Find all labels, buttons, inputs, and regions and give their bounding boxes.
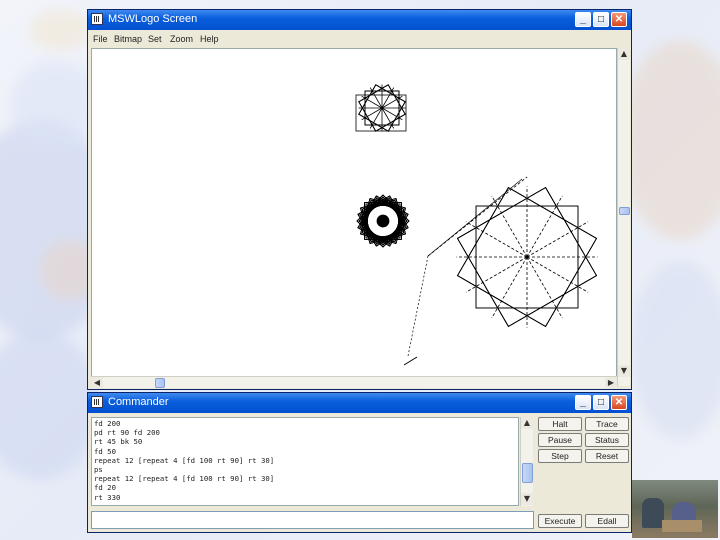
close-button[interactable]: ✕	[611, 395, 627, 410]
arrow-up-icon[interactable]: ▲	[521, 417, 533, 429]
halt-button[interactable]: Halt	[538, 417, 582, 431]
commander-window: Commander _ □ ✕ fd 200 pd rt 90 fd 200 r…	[87, 392, 632, 533]
history-line: rt 330	[94, 492, 121, 502]
small-rosette	[358, 84, 406, 132]
background-decoration	[620, 40, 720, 240]
execute-button[interactable]: Execute	[538, 514, 582, 528]
history-line: ps	[94, 465, 103, 475]
photo-table	[662, 520, 702, 532]
screen-window-title: MSWLogo Screen	[108, 13, 198, 25]
background-decoration	[30, 10, 90, 50]
step-button[interactable]: Step	[538, 449, 582, 463]
minimize-button[interactable]: _	[575, 12, 591, 27]
logo-window-icon	[91, 396, 103, 408]
minimize-button[interactable]: _	[575, 395, 591, 410]
history-vertical-scrollbar[interactable]: ▲ ▼	[520, 417, 533, 506]
history-line: rt 45 bk 50	[94, 437, 143, 447]
turtle-path-line	[427, 178, 523, 257]
canvas-vertical-scrollbar[interactable]: ▲ ▼	[617, 48, 630, 386]
rosette-spoke	[526, 221, 589, 258]
history-scroll-thumb[interactable]	[522, 463, 533, 483]
canvas-horizontal-scrollbar[interactable]: ◀ ▶	[91, 376, 617, 389]
history-line: fd 200	[94, 419, 121, 428]
rosette-spoke	[465, 256, 528, 293]
turtle-tick	[403, 356, 418, 366]
thumbnail-photo	[632, 480, 718, 538]
turtle-path-line	[407, 255, 429, 357]
history-line: fd 50	[94, 446, 116, 456]
photo-figure	[642, 498, 664, 528]
vertical-scroll-thumb[interactable]	[619, 207, 630, 215]
maximize-button[interactable]: □	[593, 12, 609, 27]
large-rosette	[456, 186, 598, 328]
menu-zoom[interactable]: Zoom	[170, 34, 193, 44]
mswlogo-screen-window: MSWLogo Screen _ □ ✕ File Bitmap Set Zoo…	[87, 9, 632, 390]
maximize-button[interactable]: □	[593, 395, 609, 410]
rosette-spoke	[526, 256, 563, 319]
menu-file[interactable]: File	[93, 34, 108, 44]
status-button[interactable]: Status	[585, 433, 629, 447]
turtle-path-line	[411, 258, 426, 362]
rosette-spoke	[465, 221, 528, 258]
arrow-down-icon[interactable]: ▼	[618, 365, 630, 377]
background-decoration	[0, 330, 100, 480]
dense-rosette-center	[376, 214, 390, 228]
rosette-spoke	[526, 256, 589, 293]
edall-button[interactable]: Edall	[585, 514, 629, 528]
history-line: pd rt 90 fd 200	[94, 428, 160, 438]
pause-button[interactable]: Pause	[538, 433, 582, 447]
screen-titlebar[interactable]: MSWLogo Screen _ □ ✕	[88, 10, 631, 30]
command-history[interactable]: fd 200 pd rt 90 fd 200 rt 45 bk 50 fd 50…	[91, 417, 519, 506]
history-line: repeat 12 [repeat 4 [fd 100 rt 90] rt 30…	[94, 474, 275, 484]
menu-bitmap[interactable]: Bitmap	[114, 34, 142, 44]
logo-window-icon	[91, 13, 103, 25]
history-line: fd 20	[94, 483, 116, 493]
arrow-down-icon[interactable]: ▼	[521, 493, 533, 505]
reset-button[interactable]: Reset	[585, 449, 629, 463]
arrow-up-icon[interactable]: ▲	[618, 48, 630, 60]
rosette-spoke	[491, 256, 528, 319]
rosette-spoke	[491, 195, 528, 258]
menu-help[interactable]: Help	[200, 34, 219, 44]
command-input[interactable]	[91, 511, 534, 529]
drawing-canvas[interactable]	[91, 48, 617, 386]
menu-bar: File Bitmap Set Zoom Help	[88, 31, 631, 47]
background-decoration	[630, 260, 720, 440]
menu-set[interactable]: Set	[148, 34, 162, 44]
horizontal-scroll-thumb[interactable]	[155, 378, 165, 388]
close-button[interactable]: ✕	[611, 12, 627, 27]
rosette-spoke	[526, 195, 563, 258]
arrow-left-icon[interactable]: ◀	[91, 377, 103, 389]
commander-titlebar[interactable]: Commander _ □ ✕	[88, 393, 631, 413]
turtle-drawing	[355, 84, 598, 366]
arrow-right-icon[interactable]: ▶	[605, 377, 617, 389]
history-line: repeat 12 [repeat 4 [fd 100 rt 90] rt 30…	[94, 455, 275, 465]
trace-button[interactable]: Trace	[585, 417, 629, 431]
commander-window-title: Commander	[108, 396, 169, 408]
